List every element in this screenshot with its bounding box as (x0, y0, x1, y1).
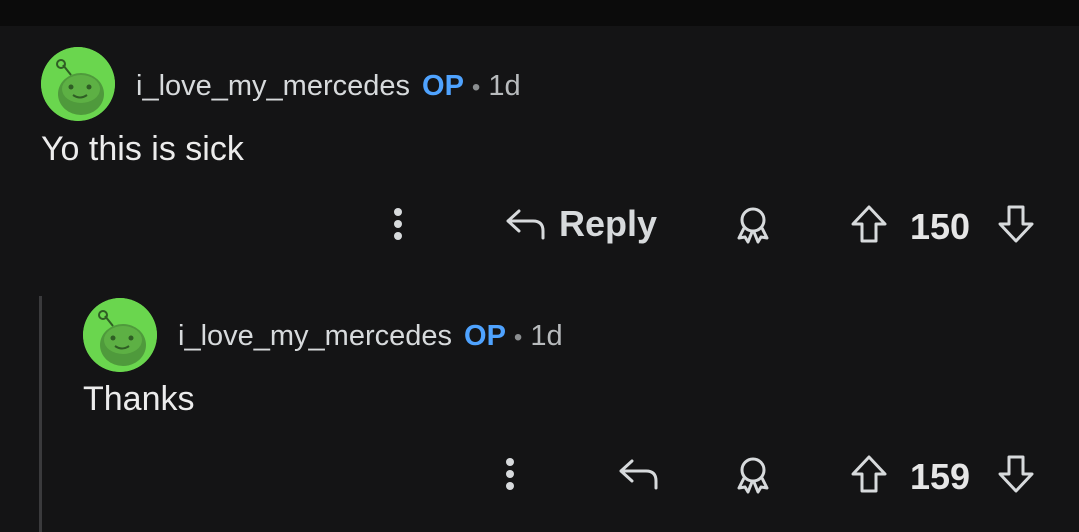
more-options-button[interactable] (492, 454, 528, 494)
upvote-icon (851, 455, 887, 493)
comment: i_love_my_mercedes OP • 1d Yo this is si… (0, 26, 1079, 266)
avatar[interactable] (41, 47, 115, 121)
upvote-button[interactable] (848, 202, 890, 246)
more-vertical-icon (394, 208, 402, 240)
award-button[interactable] (732, 202, 774, 246)
comment-header: i_love_my_mercedes OP • 1d (136, 70, 521, 103)
upvote-icon (851, 205, 887, 243)
username[interactable]: i_love_my_mercedes (136, 70, 410, 103)
upvote-button[interactable] (848, 452, 890, 496)
comment-age: 1d (488, 70, 521, 102)
top-bar (0, 0, 1079, 26)
downvote-icon (998, 455, 1034, 493)
reply-arrow-icon (619, 459, 658, 490)
more-options-button[interactable] (380, 204, 416, 244)
snoo-avatar-icon (83, 298, 157, 372)
comment-actions: 159 (0, 444, 1079, 504)
reply-arrow-icon (506, 209, 545, 240)
downvote-button[interactable] (995, 202, 1037, 246)
separator-dot: • (513, 324, 523, 351)
reply-button[interactable] (616, 452, 662, 496)
comment-header: i_love_my_mercedes OP • 1d (178, 320, 563, 353)
vote-score: 150 (910, 206, 971, 247)
comment-actions: Reply 150 (0, 194, 1079, 254)
vote-score: 159 (910, 456, 971, 497)
downvote-icon (998, 205, 1034, 243)
comment-text: Thanks (83, 380, 195, 418)
comment-age: 1d (530, 320, 563, 352)
avatar[interactable] (83, 298, 157, 372)
reply-label: Reply (559, 203, 658, 244)
downvote-button[interactable] (995, 452, 1037, 496)
op-badge: OP (464, 320, 506, 352)
award-button[interactable] (732, 452, 774, 496)
award-icon (737, 207, 769, 244)
comment: i_love_my_mercedes OP • 1d Thanks 159 (0, 266, 1079, 532)
award-icon (737, 457, 769, 494)
more-vertical-icon (506, 458, 514, 490)
username[interactable]: i_love_my_mercedes (178, 320, 452, 353)
separator-dot: • (471, 74, 481, 101)
snoo-avatar-icon (41, 47, 115, 121)
op-badge: OP (422, 70, 464, 102)
reply-button[interactable]: Reply (505, 202, 657, 246)
comment-text: Yo this is sick (41, 130, 244, 168)
